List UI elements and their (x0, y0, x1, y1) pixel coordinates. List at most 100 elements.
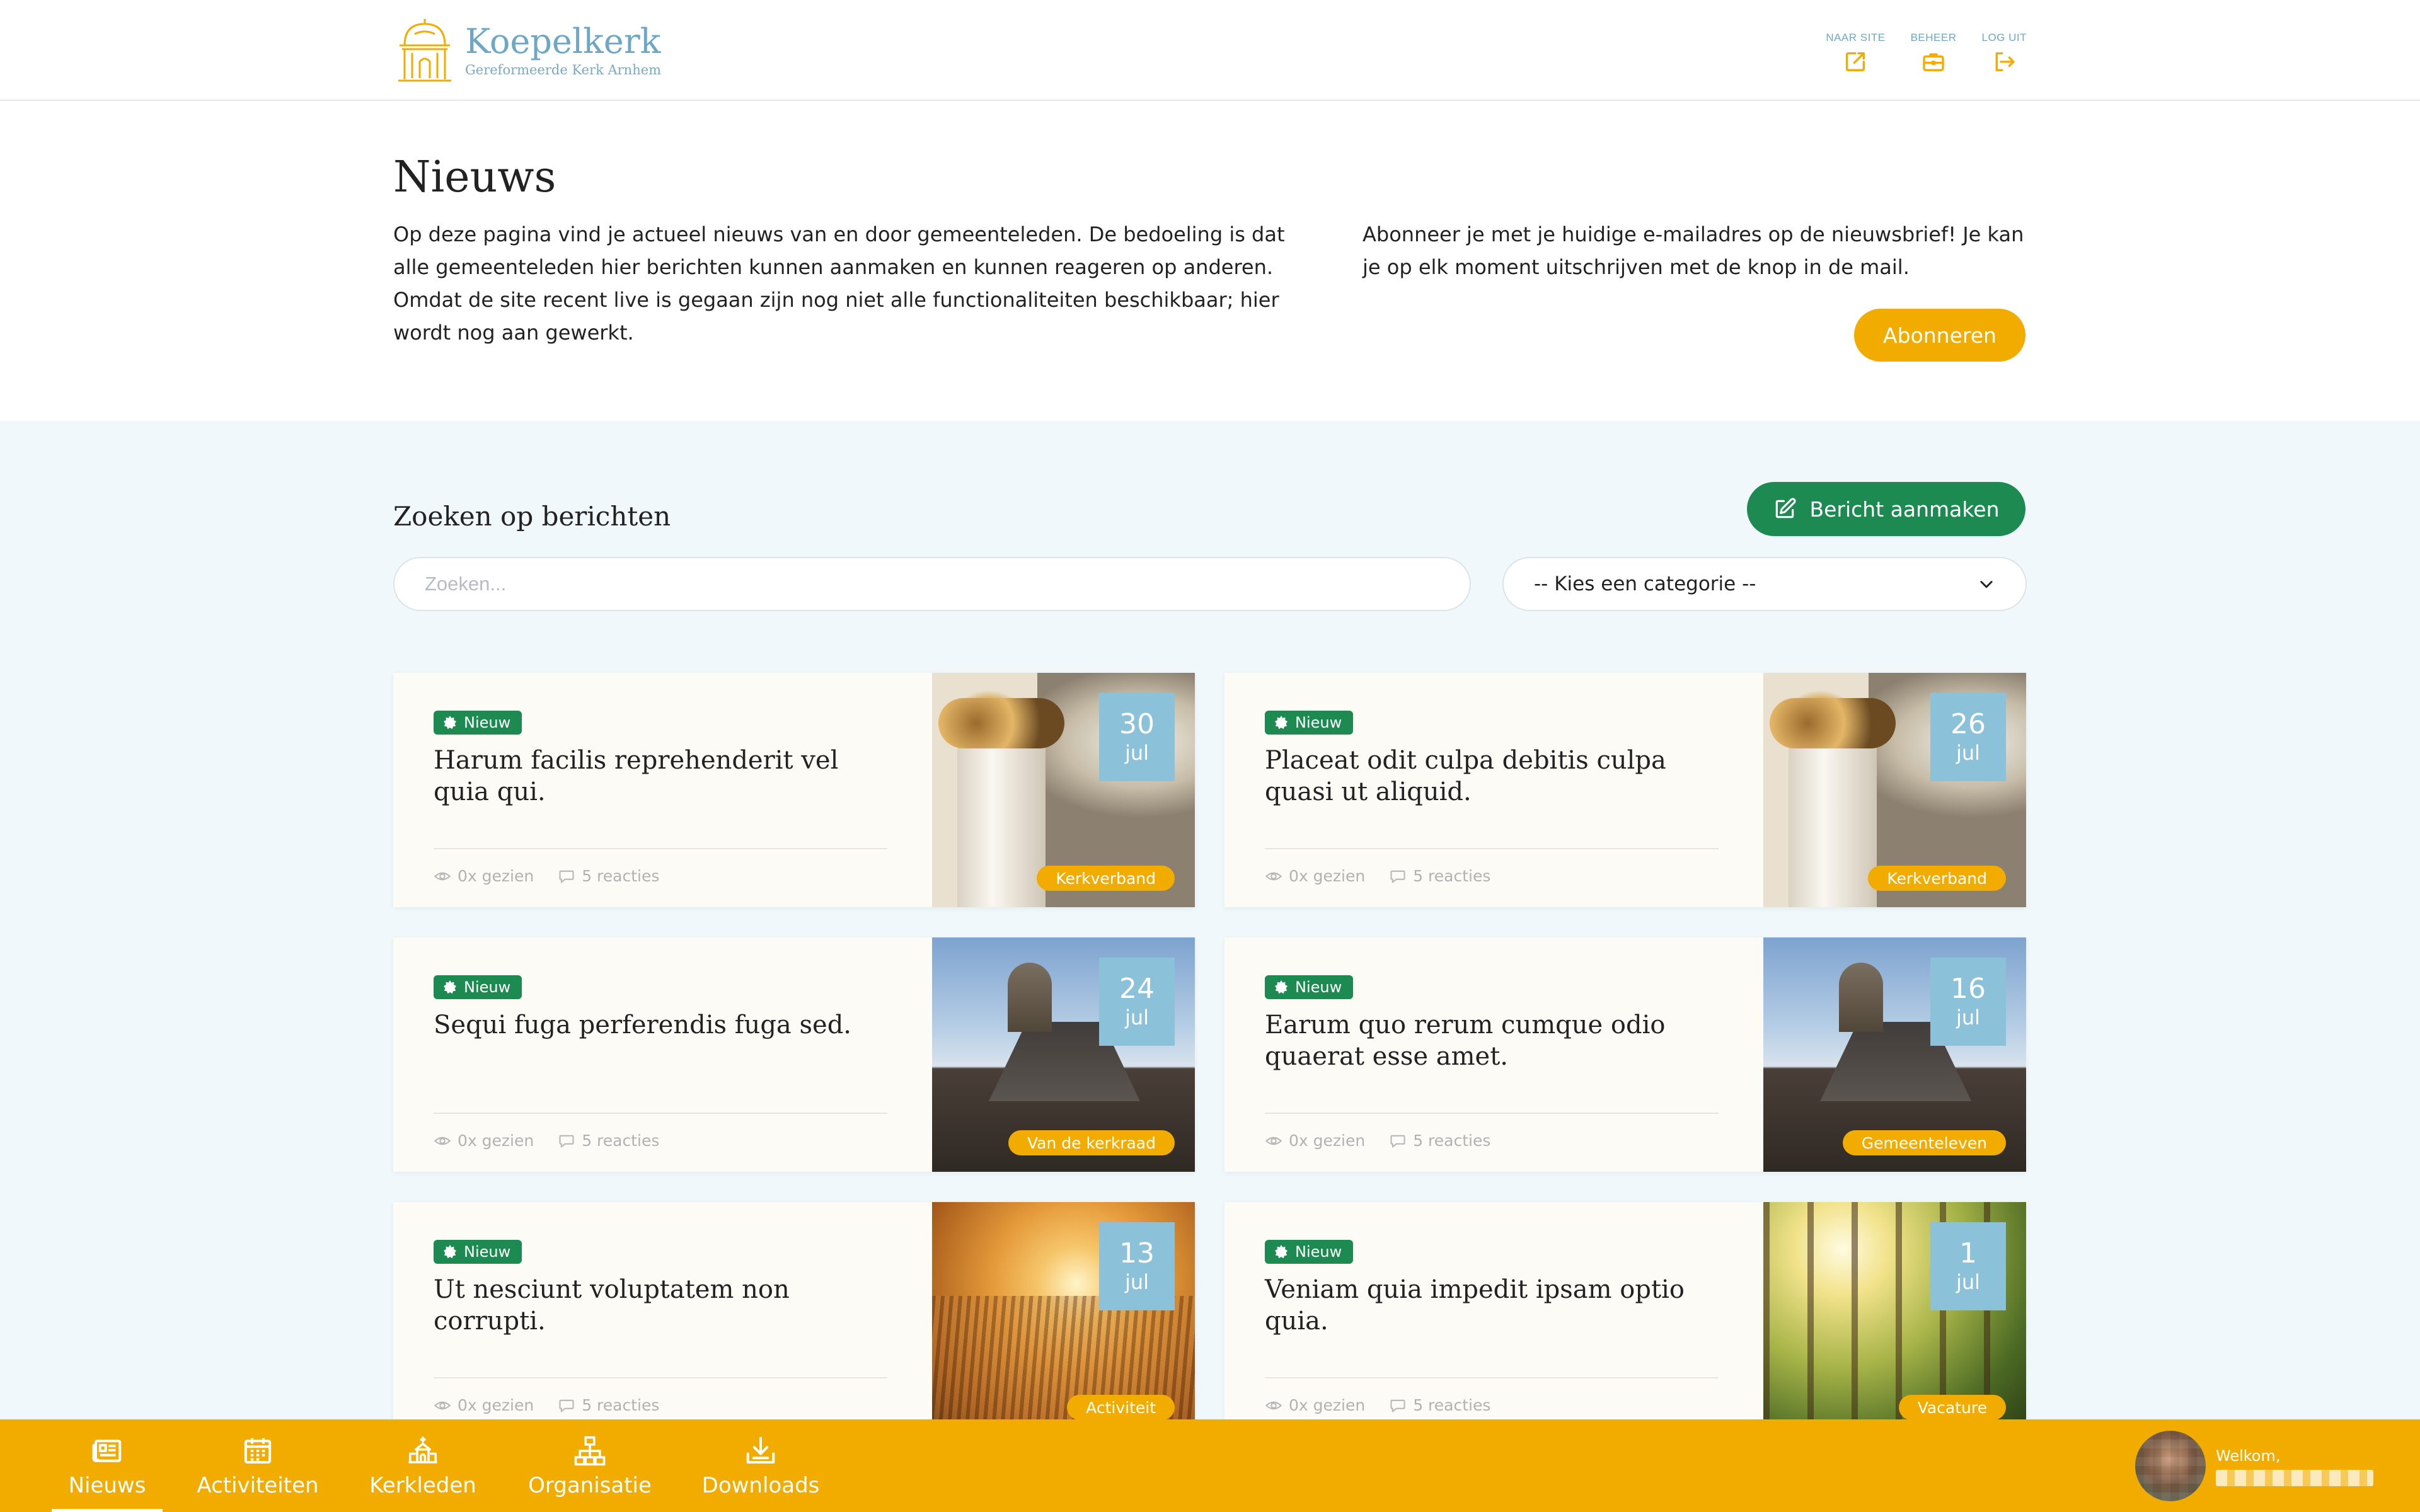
log-uit-link[interactable]: LOG UIT (1981, 32, 2027, 74)
people-icon (408, 1436, 437, 1463)
badge-star-icon (444, 716, 456, 730)
post-card[interactable]: Nieuw Sequi fuga perferendis fuga sed. 0x … (393, 937, 1195, 1172)
naar-site-label: NAAR SITE (1826, 32, 1886, 43)
reactions-text: 5 reacties (1413, 867, 1491, 885)
top-bar: Koepelkerk Gereformeerde Kerk Arnhem NAA… (0, 0, 2420, 101)
post-title[interactable]: Harum facilis reprehenderit vel quia qui… (434, 745, 887, 808)
comment-icon (1390, 1135, 1405, 1147)
post-card-body: Nieuw Ut nesciunt voluptatem non corrupti… (393, 1202, 932, 1436)
category-badge: Kerkverband (1037, 866, 1175, 891)
reactions-count[interactable]: 5 reacties (1389, 1131, 1490, 1150)
date-day: 16 (1950, 973, 1986, 1005)
eye-icon (1265, 1137, 1282, 1145)
post-card[interactable]: Nieuw Earum quo rerum cumque odio quaerat… (1224, 937, 2026, 1172)
search-heading: Zoeken op berichten (393, 501, 671, 532)
post-card[interactable]: Nieuw Placeat odit culpa debitis culpa qu… (1224, 673, 2026, 907)
briefcase-icon (1923, 53, 1944, 71)
divider (434, 1113, 887, 1114)
new-badge: Nieuw (434, 711, 522, 735)
post-card[interactable]: Nieuw Ut nesciunt voluptatem non corrupti… (393, 1202, 1195, 1436)
views-count: 0x gezien (434, 867, 534, 885)
post-image: 13 jul Activiteit (932, 1202, 1195, 1436)
date-badge: 1 jul (1930, 1222, 2006, 1310)
post-image: 24 jul Van de kerkraad (932, 937, 1195, 1172)
views-count: 0x gezien (1265, 1396, 1365, 1414)
post-title[interactable]: Placeat odit culpa debitis culpa quasi u… (1265, 745, 1719, 808)
nav-item-organisatie[interactable]: Organisatie (528, 1419, 652, 1512)
comment-icon (559, 870, 574, 883)
new-badge: Nieuw (1265, 975, 1354, 999)
reactions-count[interactable]: 5 reacties (1389, 867, 1490, 885)
church-dome-logo-icon (398, 19, 451, 82)
nav-label-activiteiten: Activiteiten (197, 1472, 319, 1498)
new-badge: Nieuw (1265, 1240, 1354, 1264)
category-selected-value: -- Kies een categorie -- (1534, 573, 1756, 595)
badge-star-icon (1275, 1245, 1288, 1259)
nav-item-nieuws[interactable]: Nieuws (52, 1419, 163, 1512)
post-image: 16 jul Gemeenteleven (1763, 937, 2026, 1172)
post-card-body: Nieuw Harum facilis reprehenderit vel qui… (393, 673, 932, 907)
post-card-body: Nieuw Sequi fuga perferendis fuga sed. 0x … (393, 937, 932, 1172)
reactions-count[interactable]: 5 reacties (558, 1131, 659, 1150)
post-card[interactable]: Nieuw Veniam quia impedit ipsam optio qui… (1224, 1202, 2026, 1436)
reactions-count[interactable]: 5 reacties (558, 1396, 659, 1414)
date-badge: 24 jul (1099, 958, 1175, 1046)
category-badge: Van de kerkraad (1008, 1130, 1175, 1155)
post-meta: 0x gezien 5 reacties (1265, 1131, 1490, 1150)
post-meta: 0x gezien 5 reacties (1265, 1396, 1490, 1414)
badge-star-icon (444, 1245, 456, 1259)
reactions-text: 5 reacties (582, 1131, 660, 1150)
category-badge: Vacature (1898, 1395, 2006, 1420)
reactions-text: 5 reacties (582, 1396, 660, 1414)
nav-item-kerkleden[interactable]: Kerkleden (364, 1419, 481, 1512)
divider (434, 1377, 887, 1378)
nav-item-downloads[interactable]: Downloads (702, 1419, 819, 1512)
divider (1265, 1377, 1719, 1378)
new-badge: Nieuw (1265, 711, 1354, 735)
eye-icon (434, 1137, 451, 1145)
nav-label-kerkleden: Kerkleden (369, 1472, 476, 1498)
divider (1265, 848, 1719, 849)
comment-icon (559, 1399, 574, 1412)
new-badge-label: Nieuw (464, 714, 511, 731)
views-count: 0x gezien (1265, 1131, 1365, 1150)
nav-item-activiteiten[interactable]: Activiteiten (197, 1419, 319, 1512)
welcome-block: Welkom, (2216, 1446, 2373, 1486)
beheer-link[interactable]: BEHEER (1911, 32, 1957, 74)
category-badge: Activiteit (1067, 1395, 1175, 1420)
post-card-body: Nieuw Placeat odit culpa debitis culpa qu… (1224, 673, 1763, 907)
views-text: 0x gezien (458, 1131, 534, 1150)
badge-star-icon (444, 980, 456, 994)
post-title[interactable]: Earum quo rerum cumque odio quaerat esse… (1265, 1009, 1719, 1072)
reactions-count[interactable]: 5 reacties (1389, 1396, 1490, 1414)
post-image: 26 jul Kerkverband (1763, 673, 2026, 907)
comment-icon (1390, 870, 1405, 883)
user-welcome[interactable]: Welkom, (2135, 1419, 2373, 1512)
naar-site-link[interactable]: NAAR SITE (1826, 32, 1885, 74)
subscribe-button[interactable]: Abonneren (1854, 309, 2025, 362)
logo-subtitle: Gereformeerde Kerk Arnhem (465, 62, 662, 77)
post-title[interactable]: Sequi fuga perferendis fuga sed. (434, 1009, 887, 1041)
log-uit-label: LOG UIT (1981, 32, 2027, 43)
eye-icon (434, 872, 451, 880)
date-day: 1 (1959, 1237, 1977, 1269)
views-count: 0x gezien (434, 1131, 534, 1150)
category-badge: Kerkverband (1868, 866, 2006, 891)
views-text: 0x gezien (1289, 1131, 1366, 1150)
views-count: 0x gezien (1265, 867, 1365, 885)
sitemap-icon (574, 1436, 606, 1465)
post-title[interactable]: Ut nesciunt voluptatem non corrupti. (434, 1274, 887, 1337)
reactions-count[interactable]: 5 reacties (558, 867, 659, 885)
post-card[interactable]: Nieuw Harum facilis reprehenderit vel qui… (393, 673, 1195, 907)
reactions-text: 5 reacties (1413, 1396, 1491, 1414)
create-post-button[interactable]: Bericht aanmaken (1747, 482, 2025, 536)
date-month: jul (1956, 1005, 1981, 1029)
category-select[interactable]: -- Kies een categorie -- (1502, 557, 2027, 611)
site-logo[interactable]: Koepelkerk Gereformeerde Kerk Arnhem (393, 15, 661, 84)
logo-text: Koepelkerk Gereformeerde Kerk Arnhem (465, 21, 661, 78)
search-input[interactable] (393, 557, 1471, 611)
post-title[interactable]: Veniam quia impedit ipsam optio quia. (1265, 1274, 1719, 1337)
create-post-label: Bericht aanmaken (1809, 496, 2000, 522)
date-badge: 16 jul (1930, 958, 2006, 1046)
logout-icon (1995, 52, 2015, 72)
